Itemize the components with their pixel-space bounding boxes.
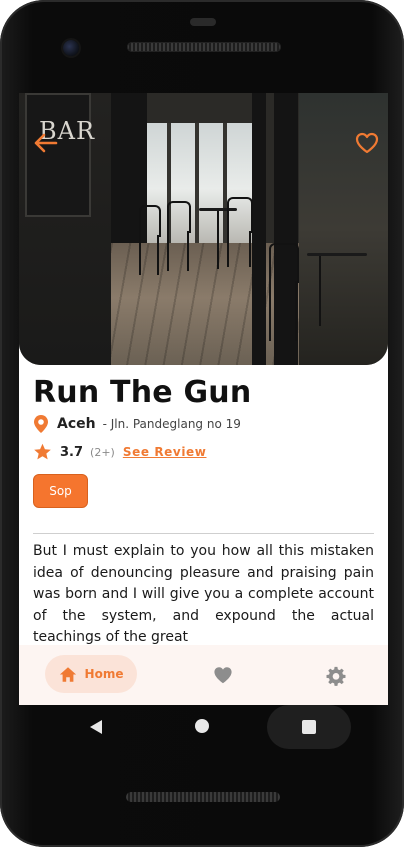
review-count: (2+) (90, 445, 115, 459)
chair-leg (187, 231, 189, 271)
earpiece-speaker (190, 18, 216, 26)
table-leg (319, 256, 321, 326)
arrow-left-icon (34, 133, 58, 153)
system-home-icon[interactable] (195, 719, 209, 733)
nav-home-tab[interactable]: Home (45, 655, 137, 693)
rating-row: 3.7 (2+) See Review (33, 442, 206, 462)
rating-value: 3.7 (60, 444, 84, 460)
system-recents-icon (302, 720, 316, 734)
chair-leg (157, 235, 159, 275)
hero-image: BAR (19, 93, 388, 365)
favorite-button[interactable] (354, 131, 380, 155)
bottom-navigation: Home (19, 645, 388, 705)
system-recents-button[interactable] (267, 705, 351, 749)
gear-icon (326, 666, 346, 686)
see-review-link[interactable]: See Review (123, 445, 207, 459)
address-label: - Jln. Pandeglang no 19 (102, 417, 241, 431)
system-navigation-bar (19, 705, 388, 749)
table-leg (217, 211, 219, 269)
top-speaker-grille (127, 42, 281, 52)
category-tag-button[interactable]: Sop (33, 474, 88, 508)
hero-chair (227, 197, 253, 233)
app-screen: BAR Run The Gun Aceh - Jln. Pandeglang n… (19, 93, 388, 705)
place-description: But I must explain to you how all this m… (33, 543, 374, 645)
nav-favorites-tab[interactable] (212, 665, 234, 685)
system-back-icon[interactable] (89, 719, 103, 735)
chair-leg (139, 235, 141, 275)
chair-leg (167, 231, 169, 271)
home-icon (59, 666, 76, 682)
star-icon (34, 443, 51, 460)
back-button[interactable] (31, 131, 59, 155)
location-pin-icon (34, 415, 48, 433)
bottom-speaker-grille (126, 792, 280, 802)
hero-chair (269, 243, 299, 283)
heart-outline-icon (355, 132, 379, 154)
nav-home-label: Home (84, 667, 124, 681)
window-mullion (195, 123, 199, 243)
nav-settings-tab[interactable] (325, 665, 347, 687)
hero-pillar (252, 93, 266, 365)
hero-chair (167, 201, 191, 233)
heart-filled-icon (214, 667, 232, 684)
location-row: Aceh - Jln. Pandeglang no 19 (33, 413, 241, 435)
phone-frame: BAR Run The Gun Aceh - Jln. Pandeglang n… (0, 0, 404, 847)
chair-leg (227, 231, 229, 267)
hero-chair (139, 205, 161, 237)
hero-bar-sign: BAR (25, 93, 94, 217)
city-label: Aceh (57, 416, 96, 432)
section-divider (33, 533, 374, 534)
front-camera (63, 40, 79, 56)
place-title: Run The Gun (33, 375, 252, 410)
hero-table (307, 253, 367, 256)
chair-leg (269, 281, 271, 341)
chair-leg (295, 281, 297, 341)
chair-leg (249, 231, 251, 267)
